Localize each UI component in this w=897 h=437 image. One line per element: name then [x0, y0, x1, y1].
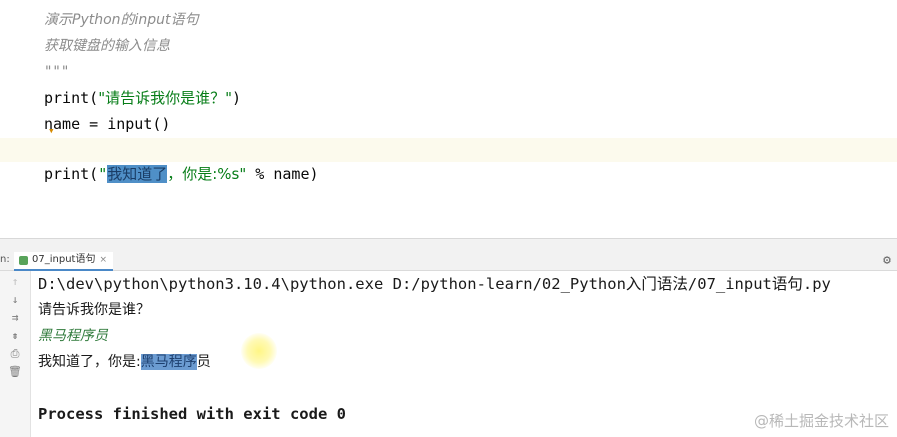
prompt-output: 请告诉我你是谁？: [38, 302, 150, 318]
docstring-line-2: 获取键盘的输入信息: [44, 38, 170, 54]
code-line-input: name = input(): [44, 115, 171, 133]
gear-icon[interactable]: ⚙: [883, 253, 891, 268]
format-string-rest: ，你是:%s": [167, 165, 247, 183]
docstring-line-1: 演示Python的input语句: [44, 12, 199, 28]
print-call-2: print(: [44, 165, 99, 183]
print-call: print(: [44, 89, 99, 107]
trash-icon[interactable]: 🗑: [8, 365, 22, 379]
python-file-icon: [19, 256, 28, 265]
run-tabbar: n: 07_input语句 × ⚙: [0, 252, 897, 271]
run-toolstrip: ↑ ↓ ⇉ ⇟ ⎙ 🗑: [0, 271, 31, 437]
tab-label: 07_input语句: [32, 254, 96, 265]
user-input-echo: 黑马程序员: [38, 328, 108, 344]
close-paren: ): [232, 89, 242, 107]
close-icon[interactable]: ×: [99, 255, 107, 265]
breakpoint-icon[interactable]: ▾: [48, 125, 56, 136]
run-label: n:: [0, 254, 10, 265]
panel-splitter[interactable]: [0, 238, 897, 253]
run-command: D:\dev\python\python3.10.4\python.exe D:…: [38, 275, 831, 293]
result-selection: 黑马程序: [140, 354, 197, 370]
code-line-print-prompt: print("请告诉我你是谁？"): [44, 86, 241, 110]
result-output: 我知道了，你是:黑马程序员: [38, 349, 211, 375]
quote: ": [98, 165, 108, 183]
print-icon[interactable]: ⎙: [8, 347, 22, 361]
exit-message: Process finished with exit code 0: [38, 405, 346, 423]
cursor-highlight: [241, 333, 277, 369]
console-output[interactable]: D:\dev\python\python3.10.4\python.exe D:…: [31, 271, 897, 437]
scroll-to-end-icon[interactable]: ⇟: [8, 329, 22, 343]
watermark: @稀土掘金技术社区: [753, 412, 889, 430]
code-line-print-result: print("我知道了，你是:%s" % name): [0, 138, 897, 183]
docstring-close: """: [44, 64, 70, 80]
code-editor[interactable]: 演示Python的input语句 获取键盘的输入信息 """ print("请告…: [0, 0, 897, 238]
soft-wrap-icon[interactable]: ⇉: [8, 311, 22, 325]
result-prefix: 我知道了，你是:: [38, 354, 141, 370]
format-args: % name): [246, 165, 319, 183]
scroll-down-icon[interactable]: ↓: [8, 293, 22, 307]
tab-07-input[interactable]: 07_input语句 ×: [14, 252, 113, 271]
selected-text: 我知道了: [107, 165, 168, 183]
result-rest: 员: [196, 354, 211, 370]
prompt-string: "请告诉我你是谁？": [98, 89, 232, 107]
scroll-up-icon[interactable]: ↑: [8, 275, 22, 289]
